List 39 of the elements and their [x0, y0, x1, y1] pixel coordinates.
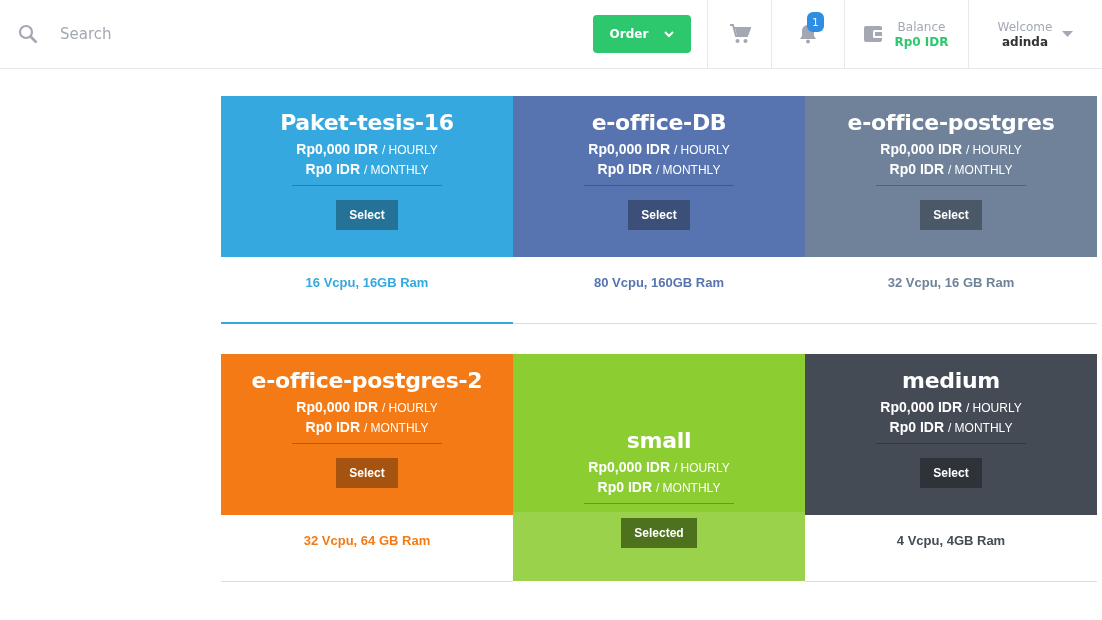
user-name[interactable]: adinda	[1001, 34, 1048, 49]
hourly-price: Rp0,000 IDR / HOURLY	[296, 141, 438, 157]
plan-specs: 32 Vcpu, 16 GB Ram	[887, 275, 1015, 292]
caret-icon[interactable]	[1062, 31, 1074, 37]
hourly-price: Rp0,000 IDR / HOURLY	[588, 141, 730, 157]
plan-name: e-office-DB	[591, 110, 727, 135]
select-button[interactable]: Select	[628, 200, 690, 230]
balance-value: Rp0 IDR	[894, 34, 949, 49]
select-button[interactable]: Select	[920, 200, 982, 230]
plan-specs: 16 Vcpu, 16GB Ram	[305, 275, 429, 292]
monthly-price: Rp0 IDR / MONTHLY	[889, 419, 1013, 435]
monthly-price: Rp0 IDR / MONTHLY	[597, 479, 721, 495]
select-button[interactable]: Select	[336, 458, 398, 488]
hourly-price: Rp0,000 IDR / HOURLY	[296, 399, 438, 415]
hourly-price: Rp0,000 IDR / HOURLY	[880, 141, 1022, 157]
monthly-price: Rp0 IDR / MONTHLY	[597, 161, 721, 177]
cart-icon[interactable]	[728, 24, 751, 44]
select-button[interactable]: Select	[920, 458, 982, 488]
hourly-price: Rp0,000 IDR / HOURLY	[880, 399, 1022, 415]
plan-specs: 32 Vcpu, 64 GB Ram	[303, 533, 431, 550]
plan-name: Paket-tesis-16	[280, 110, 454, 135]
balance-label: Balance	[897, 19, 946, 34]
plan-specs: 4 Vcpu, 4GB Ram	[896, 533, 1006, 550]
monthly-price: Rp0 IDR / MONTHLY	[305, 419, 429, 435]
plan-name: small	[626, 428, 692, 453]
chevron-down-icon	[664, 30, 675, 38]
notification-badge: 1	[807, 12, 824, 32]
plan-name: medium	[902, 368, 1000, 393]
wallet-icon	[864, 25, 885, 43]
monthly-price: Rp0 IDR / MONTHLY	[305, 161, 429, 177]
welcome-label: Welcome	[997, 19, 1053, 34]
selected-button[interactable]: Selected	[621, 518, 697, 548]
search-icon	[18, 24, 38, 44]
monthly-price: Rp0 IDR / MONTHLY	[889, 161, 1013, 177]
select-button[interactable]: Select	[336, 200, 398, 230]
plan-name: e-office-postgres-2	[251, 368, 483, 393]
plan-name: e-office-postgres	[847, 110, 1055, 135]
hourly-price: Rp0,000 IDR / HOURLY	[588, 459, 730, 475]
plan-specs: 80 Vcpu, 160GB Ram	[593, 275, 725, 292]
